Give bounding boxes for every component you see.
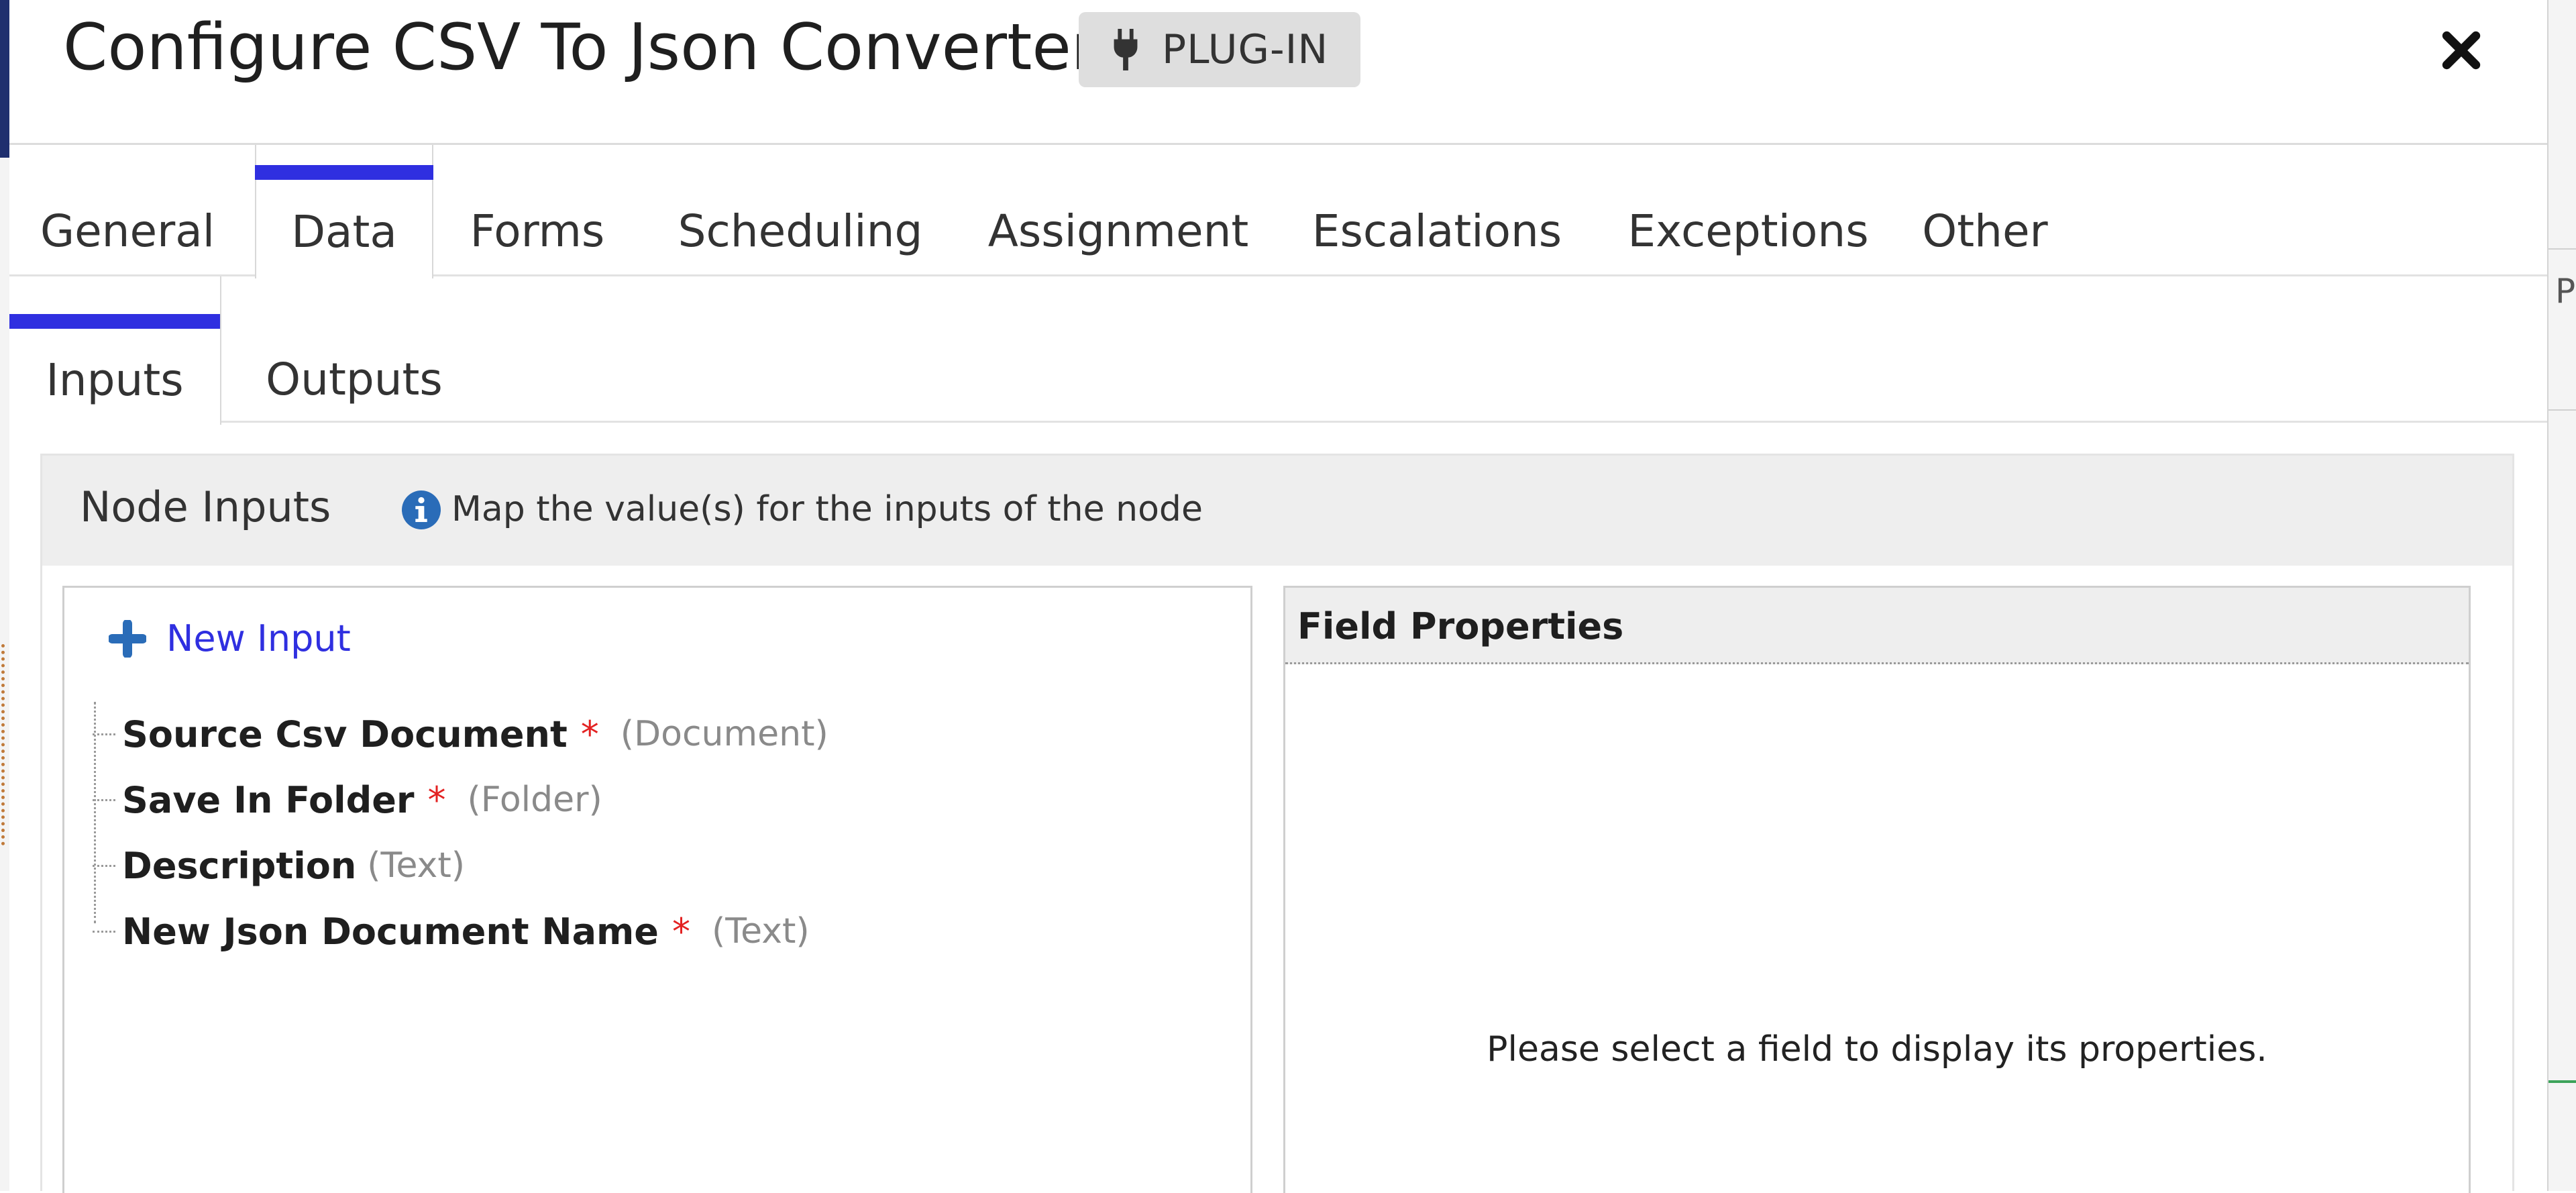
input-item-save-in-folder[interactable]: Save In Folder * (Folder) [93, 773, 1233, 827]
input-item-name: Description [122, 844, 357, 887]
configure-dialog: Configure CSV To Json Converter PLUG-IN … [9, 0, 2547, 1193]
tab-label: Escalations [1311, 205, 1562, 257]
input-item-new-json-document-name[interactable]: New Json Document Name * (Text) [93, 904, 1233, 958]
node-inputs-header: Node Inputs Map the value(s) for the inp… [42, 456, 2512, 566]
input-item-source-csv-document[interactable]: Source Csv Document * (Document) [93, 707, 1233, 761]
tab-label: General [40, 205, 215, 257]
new-input-button[interactable]: New Input [109, 617, 351, 660]
close-button[interactable] [2431, 20, 2491, 81]
tab-escalations[interactable]: Escalations [1296, 145, 1578, 276]
inputs-tree-panel: New Input Source Csv Document * (Documen… [62, 586, 1252, 1193]
background-divider [2548, 409, 2576, 411]
background-connector-line [2548, 1080, 2576, 1083]
required-marker: * [580, 713, 599, 756]
tab-data[interactable]: Data [255, 145, 433, 278]
background-partial-text: Pr [2555, 272, 2576, 311]
input-item-name: Source Csv Document [122, 713, 568, 756]
new-input-label: New Input [166, 617, 351, 660]
required-marker: * [672, 910, 690, 953]
inputs-tree: Source Csv Document * (Document) Save In… [93, 702, 1233, 957]
tree-connector [93, 930, 115, 933]
node-inputs-title: Node Inputs [80, 482, 331, 531]
input-item-name: Save In Folder [122, 778, 415, 821]
close-icon [2442, 31, 2481, 70]
field-properties-empty-message: Please select a field to display its pro… [1487, 1029, 2267, 1070]
plugin-badge-label: PLUG-IN [1162, 26, 1329, 73]
input-item-name: New Json Document Name [122, 910, 659, 953]
info-icon [402, 490, 441, 529]
input-item-type: (Document) [620, 714, 828, 754]
background-app-left-edge [0, 0, 9, 1191]
tab-assignment[interactable]: Assignment [981, 145, 1256, 276]
plug-icon [1114, 29, 1138, 70]
tab-label: Data [291, 206, 397, 258]
field-properties-header: Field Properties [1285, 588, 2469, 664]
background-app-right-edge: Pr [2547, 0, 2576, 1191]
tree-connector [93, 798, 115, 801]
main-tabs: General Data Forms Scheduling Assignment… [9, 145, 2547, 278]
node-inputs-info-text: Map the value(s) for the inputs of the n… [451, 489, 1203, 529]
subtab-inputs[interactable]: Inputs [9, 276, 221, 425]
background-divider [2548, 248, 2576, 250]
tab-scheduling[interactable]: Scheduling [671, 145, 930, 276]
tab-label: Exceptions [1627, 205, 1869, 257]
tree-connector [93, 864, 115, 867]
plus-icon [109, 619, 146, 658]
background-app-header [0, 0, 9, 158]
tab-label: Other [1922, 205, 2048, 257]
dialog-title: Configure CSV To Json Converter [63, 11, 1097, 85]
background-connector [1, 644, 5, 845]
tab-label: Forms [470, 205, 605, 257]
input-item-description[interactable]: Description (Text) [93, 839, 1233, 892]
field-properties-title: Field Properties [1297, 605, 1624, 647]
tab-label: Assignment [987, 205, 1249, 257]
tab-label: Scheduling [678, 205, 923, 257]
plugin-badge: PLUG-IN [1079, 12, 1360, 87]
tab-forms[interactable]: Forms [449, 145, 625, 276]
required-marker: * [427, 778, 446, 821]
data-subtabs: Inputs Outputs [9, 276, 2547, 425]
tree-connector [93, 733, 115, 735]
field-properties-panel: Field Properties Please select a field t… [1283, 586, 2471, 1193]
tab-general[interactable]: General [9, 145, 246, 276]
subtab-label: Outputs [266, 353, 443, 405]
subtab-label: Inputs [46, 354, 184, 406]
subtab-outputs[interactable]: Outputs [246, 276, 463, 423]
input-item-type: (Text) [367, 845, 466, 886]
input-item-type: (Text) [711, 911, 810, 951]
input-item-type: (Folder) [467, 780, 602, 820]
dialog-header: Configure CSV To Json Converter PLUG-IN [9, 0, 2547, 145]
node-inputs-panel: Node Inputs Map the value(s) for the inp… [40, 454, 2514, 1193]
tab-exceptions[interactable]: Exceptions [1615, 145, 1881, 276]
tab-other[interactable]: Other [1913, 145, 2057, 276]
